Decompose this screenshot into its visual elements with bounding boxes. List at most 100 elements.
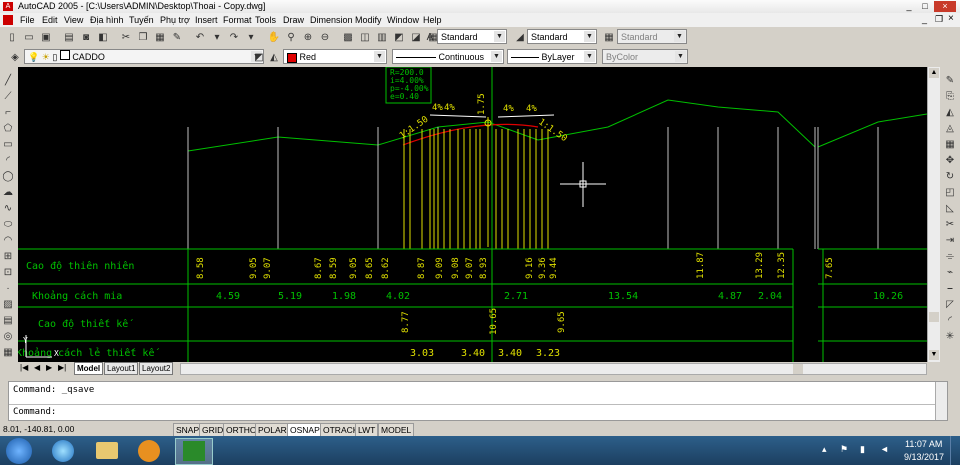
menu-dimension[interactable]: Dimension	[310, 13, 353, 27]
horizontal-scrollbar[interactable]	[180, 363, 927, 375]
make-layer-current-icon[interactable]: ◩	[251, 49, 267, 65]
table-icon[interactable]: ▦	[0, 346, 16, 359]
designcenter-icon[interactable]: ◫	[357, 29, 373, 45]
move-icon[interactable]: ✥	[942, 154, 958, 167]
pan-icon[interactable]: ✋	[266, 29, 282, 45]
region-icon[interactable]: ◎	[0, 330, 16, 343]
tab-next-icon[interactable]: ▶	[46, 363, 52, 372]
command-prompt[interactable]: Command:	[13, 407, 56, 417]
snap-toggle[interactable]: SNAP	[173, 423, 203, 437]
action-center-icon[interactable]: ⚑	[840, 444, 848, 455]
rotate-icon[interactable]: ↻	[942, 170, 958, 183]
copy-object-icon[interactable]: ⎘	[942, 90, 958, 103]
open-icon[interactable]: ▭	[21, 29, 37, 45]
layer-previous-icon[interactable]: ◭	[266, 49, 282, 65]
redo-icon[interactable]: ↷	[226, 29, 242, 45]
polyline-icon[interactable]: ⌐	[0, 106, 16, 119]
maximize-button[interactable]: □	[918, 1, 932, 12]
save-icon[interactable]: ▣	[38, 29, 54, 45]
drawing-area[interactable]: R=200.0 i=4.00% p=-4.00% e=0.40 1:1.50 1…	[18, 67, 927, 362]
lineweight-select[interactable]: ByLayer ▼	[507, 49, 597, 64]
redo-dropdown-icon[interactable]: ▾	[243, 29, 259, 45]
polar-toggle[interactable]: POLAR	[255, 423, 290, 437]
construction-line-icon[interactable]: ⟋	[0, 90, 16, 103]
autocad-taskbar-button[interactable]	[175, 438, 213, 465]
close-button[interactable]: ×	[934, 1, 956, 12]
model-toggle[interactable]: MODEL	[378, 423, 415, 437]
gradient-icon[interactable]: ▤	[0, 314, 16, 327]
toolpalette-icon[interactable]: ▥	[374, 29, 390, 45]
preview-icon[interactable]: ◙	[78, 29, 94, 45]
scroll-up-icon[interactable]: ▲	[929, 68, 939, 78]
hatch-icon[interactable]: ▨	[0, 298, 16, 311]
stretch-icon[interactable]: ◺	[942, 202, 958, 215]
tab-first-icon[interactable]: |◀	[20, 363, 28, 372]
insert-block-icon[interactable]: ⊞	[0, 250, 16, 263]
properties-icon[interactable]: ▩	[340, 29, 356, 45]
tab-model[interactable]: Model	[74, 362, 104, 375]
menu-window[interactable]: Window	[387, 13, 419, 27]
publish-icon[interactable]: ◧	[95, 29, 111, 45]
circle-icon[interactable]: ◯	[0, 170, 16, 183]
tab-layout2[interactable]: Layout2	[139, 362, 174, 375]
line-icon[interactable]: ╱	[0, 74, 16, 87]
zoom-window-icon[interactable]: ⊕	[300, 29, 316, 45]
undo-dropdown-icon[interactable]: ▾	[209, 29, 225, 45]
file-explorer-icon[interactable]	[96, 442, 118, 459]
menu-phu-tro[interactable]: Phụ trợ	[160, 13, 190, 27]
ellipse-icon[interactable]: ⬭	[0, 218, 16, 231]
text-style-select[interactable]: Standard ▼	[437, 29, 507, 44]
start-button[interactable]	[6, 438, 32, 464]
doc-minimize-button[interactable]: _	[922, 14, 927, 24]
clock-time[interactable]: 11:07 AM	[905, 439, 942, 449]
explode-icon[interactable]: ✳	[942, 330, 958, 343]
layer-manager-icon[interactable]: ◈	[7, 49, 23, 65]
menu-help[interactable]: Help	[423, 13, 442, 27]
signal-icon[interactable]: ▮	[860, 444, 865, 455]
array-icon[interactable]: ▦	[942, 138, 958, 151]
revcloud-icon[interactable]: ☁	[0, 186, 16, 199]
menu-insert[interactable]: Insert	[195, 13, 218, 27]
rectangle-icon[interactable]: ▭	[0, 138, 16, 151]
scroll-thumb[interactable]	[929, 312, 939, 322]
break-icon[interactable]: ⌁	[942, 266, 958, 279]
menu-format[interactable]: Format	[223, 13, 252, 27]
h-scroll-thumb[interactable]	[793, 364, 803, 374]
zoom-previous-icon[interactable]: ⊖	[317, 29, 333, 45]
sheetset-icon[interactable]: ◩	[391, 29, 407, 45]
menu-edit[interactable]: Edit	[42, 13, 58, 27]
menu-view[interactable]: View	[64, 13, 83, 27]
fillet-icon[interactable]: ◜	[942, 314, 958, 327]
print-icon[interactable]: ▤	[61, 29, 77, 45]
chamfer-icon[interactable]: ◸	[942, 298, 958, 311]
drawing-canvas[interactable]: R=200.0 i=4.00% p=-4.00% e=0.40 1:1.50 1…	[18, 67, 927, 362]
dim-style-select[interactable]: Standard ▼	[527, 29, 597, 44]
scroll-down-icon[interactable]: ▼	[929, 350, 939, 360]
media-player-icon[interactable]	[138, 440, 160, 462]
paste-icon[interactable]: ▦	[152, 29, 168, 45]
network-icon[interactable]: ▴	[822, 444, 827, 455]
menu-tools[interactable]: Tools	[255, 13, 276, 27]
menu-modify[interactable]: Modify	[355, 13, 382, 27]
linetype-select[interactable]: Continuous ▼	[392, 49, 504, 64]
undo-icon[interactable]: ↶	[192, 29, 208, 45]
extend-icon[interactable]: ⇥	[942, 234, 958, 247]
polygon-icon[interactable]: ⬠	[0, 122, 16, 135]
matchprop-icon[interactable]: ✎	[169, 29, 185, 45]
minimize-button[interactable]: _	[902, 1, 916, 12]
mirror-icon[interactable]: ◭	[942, 106, 958, 119]
copy-icon[interactable]: ❐	[135, 29, 151, 45]
clock-date[interactable]: 9/13/2017	[904, 452, 944, 462]
point-icon[interactable]: ·	[0, 282, 16, 295]
ellipse-arc-icon[interactable]: ◠	[0, 234, 16, 247]
zoom-realtime-icon[interactable]: ⚲	[283, 29, 299, 45]
trim-icon[interactable]: ✂	[942, 218, 958, 231]
menu-dia-hinh[interactable]: Địa hình	[90, 13, 124, 27]
document-icon[interactable]	[3, 15, 13, 25]
table-style-select[interactable]: Standard ▼	[617, 29, 687, 44]
tab-prev-icon[interactable]: ◀	[34, 363, 40, 372]
menu-draw[interactable]: Draw	[283, 13, 304, 27]
lwt-toggle[interactable]: LWT	[355, 423, 379, 437]
color-select[interactable]: Red ▼	[283, 49, 387, 64]
break-at-point-icon[interactable]: ⌯	[942, 250, 958, 263]
